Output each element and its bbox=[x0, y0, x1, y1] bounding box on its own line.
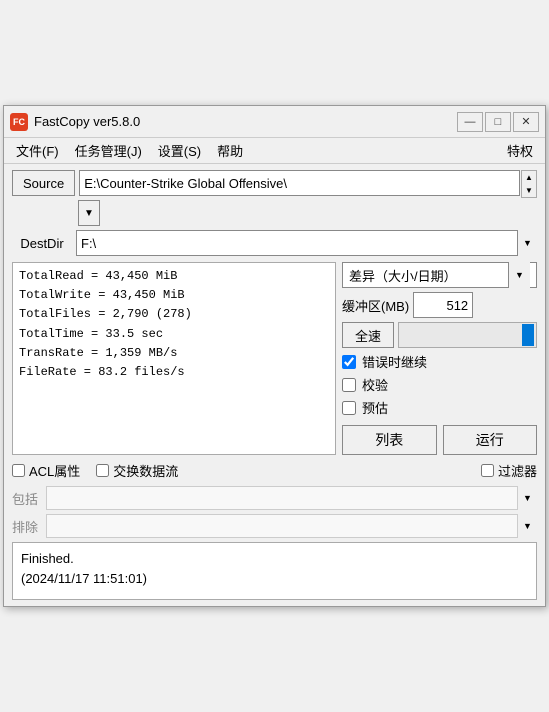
source-path-box[interactable]: E:\Counter-Strike Global Offensive\ bbox=[79, 170, 520, 196]
source-path-text: E:\Counter-Strike Global Offensive\ bbox=[84, 176, 287, 191]
mode-select-box[interactable]: 差异（大小/日期） ▼ bbox=[342, 262, 537, 288]
main-window: FC FastCopy ver5.8.0 — □ ✕ 文件(F) 任务管理(J)… bbox=[3, 105, 546, 607]
stat-line-5: TransRate = 1,359 MB/s bbox=[19, 344, 329, 363]
speed-slider-thumb[interactable] bbox=[522, 324, 534, 346]
continue-error-row: 错误时继续 bbox=[342, 352, 537, 371]
source-dropdown-row: ▼ bbox=[76, 200, 537, 226]
source-row: Source E:\Counter-Strike Global Offensiv… bbox=[12, 170, 537, 198]
stream-checkbox[interactable] bbox=[96, 464, 109, 477]
include-select-wrap: ▼ bbox=[46, 486, 537, 510]
destdir-select[interactable]: F:\ bbox=[76, 230, 537, 256]
verify-checkbox[interactable] bbox=[342, 378, 356, 392]
stat-line-6: FileRate = 83.2 files/s bbox=[19, 363, 329, 382]
destdir-label: DestDir bbox=[12, 236, 72, 251]
list-button[interactable]: 列表 bbox=[342, 425, 437, 455]
speed-slider[interactable] bbox=[398, 322, 537, 348]
buffer-row: 缓冲区(MB) bbox=[342, 292, 537, 318]
run-button[interactable]: 运行 bbox=[443, 425, 538, 455]
estimate-row: 预估 bbox=[342, 398, 537, 417]
minimize-button[interactable]: — bbox=[457, 112, 483, 132]
verify-row: 校验 bbox=[342, 375, 537, 394]
estimate-label[interactable]: 预估 bbox=[362, 398, 388, 417]
destdir-select-wrapper: F:\ ▼ bbox=[76, 230, 537, 256]
acl-item: ACL属性 bbox=[12, 461, 80, 480]
source-button[interactable]: Source bbox=[12, 170, 75, 196]
stream-item: 交换数据流 bbox=[96, 461, 178, 480]
acl-label[interactable]: ACL属性 bbox=[29, 461, 80, 480]
title-buttons: — □ ✕ bbox=[457, 112, 539, 132]
mode-dropdown-icon[interactable]: ▼ bbox=[508, 262, 530, 288]
exclude-select-wrap: ▼ bbox=[46, 514, 537, 538]
include-filter-row: 包括 ▼ bbox=[12, 486, 537, 510]
exclude-select[interactable] bbox=[46, 514, 537, 538]
source-scrollbar: ▲ ▼ bbox=[521, 170, 537, 198]
options-panel: 差异（大小/日期） ▼ 缓冲区(MB) 全速 bbox=[342, 262, 537, 455]
speed-row: 全速 bbox=[342, 322, 537, 348]
menu-help[interactable]: 帮助 bbox=[209, 139, 251, 162]
filter-label[interactable]: 过滤器 bbox=[498, 461, 537, 480]
source-scroll-down[interactable]: ▼ bbox=[522, 184, 536, 197]
maximize-button[interactable]: □ bbox=[485, 112, 511, 132]
buffer-label: 缓冲区(MB) bbox=[342, 296, 409, 315]
menu-settings[interactable]: 设置(S) bbox=[150, 139, 209, 162]
action-buttons: 列表 运行 bbox=[342, 425, 537, 455]
destdir-row: DestDir F:\ ▼ bbox=[12, 230, 537, 256]
menu-special[interactable]: 特权 bbox=[499, 139, 541, 162]
stat-line-3: TotalFiles = 2,790 (278) bbox=[19, 305, 329, 324]
speed-slider-fill bbox=[399, 323, 536, 347]
include-label: 包括 bbox=[12, 489, 40, 508]
continue-error-checkbox[interactable] bbox=[342, 355, 356, 369]
stream-label[interactable]: 交换数据流 bbox=[113, 461, 178, 480]
filter-checkbox[interactable] bbox=[481, 464, 494, 477]
title-bar: FC FastCopy ver5.8.0 — □ ✕ bbox=[4, 106, 545, 138]
buffer-input[interactable] bbox=[413, 292, 473, 318]
stat-line-1: TotalRead = 43,450 MiB bbox=[19, 267, 329, 286]
bottom-panels: TotalRead = 43,450 MiB TotalWrite = 43,4… bbox=[12, 262, 537, 455]
stat-line-4: TotalTime = 33.5 sec bbox=[19, 325, 329, 344]
app-icon: FC bbox=[10, 113, 28, 131]
status-line-2: (2024/11/17 11:51:01) bbox=[21, 569, 528, 589]
menu-task[interactable]: 任务管理(J) bbox=[67, 139, 150, 162]
source-scroll-up[interactable]: ▲ bbox=[522, 171, 536, 184]
status-bar: Finished. (2024/11/17 11:51:01) bbox=[12, 542, 537, 600]
status-line-1: Finished. bbox=[21, 549, 528, 569]
estimate-checkbox[interactable] bbox=[342, 401, 356, 415]
exclude-filter-row: 排除 ▼ bbox=[12, 514, 537, 538]
stats-panel: TotalRead = 43,450 MiB TotalWrite = 43,4… bbox=[12, 262, 336, 455]
menu-bar: 文件(F) 任务管理(J) 设置(S) 帮助 特权 bbox=[4, 138, 545, 164]
menu-file[interactable]: 文件(F) bbox=[8, 139, 67, 162]
exclude-label: 排除 bbox=[12, 517, 40, 536]
verify-label[interactable]: 校验 bbox=[362, 375, 388, 394]
mode-select-row: 差异（大小/日期） ▼ bbox=[342, 262, 537, 288]
acl-checkbox[interactable] bbox=[12, 464, 25, 477]
stat-line-2: TotalWrite = 43,450 MiB bbox=[19, 286, 329, 305]
continue-error-label[interactable]: 错误时继续 bbox=[362, 352, 427, 371]
source-dropdown-button[interactable]: ▼ bbox=[78, 200, 100, 226]
main-content: Source E:\Counter-Strike Global Offensiv… bbox=[4, 164, 545, 606]
close-button[interactable]: ✕ bbox=[513, 112, 539, 132]
acl-row: ACL属性 交换数据流 过滤器 bbox=[12, 461, 537, 480]
include-select[interactable] bbox=[46, 486, 537, 510]
filter-check-item: 过滤器 bbox=[481, 461, 537, 480]
window-title: FastCopy ver5.8.0 bbox=[34, 114, 457, 129]
speed-button[interactable]: 全速 bbox=[342, 322, 394, 348]
mode-label: 差异（大小/日期） bbox=[349, 266, 508, 285]
